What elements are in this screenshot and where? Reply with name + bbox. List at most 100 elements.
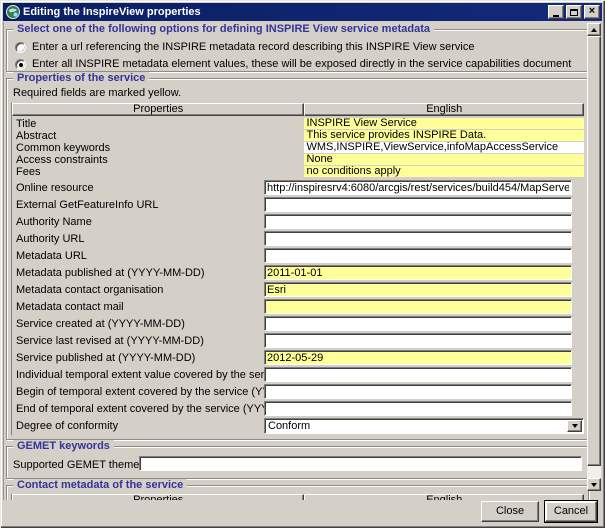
radio-icon[interactable] (15, 42, 26, 53)
property-value-input[interactable] (264, 265, 572, 280)
contact-group-title: Contact metadata of the service (13, 479, 187, 491)
vertical-scrollbar[interactable] (587, 23, 601, 491)
property-input-row: End of temporal extent covered by the se… (12, 401, 584, 418)
property-input-row: Individual temporal extent value covered… (12, 367, 584, 384)
maximize-button[interactable] (566, 5, 582, 19)
minimize-icon (553, 15, 559, 17)
degree-of-conformity-value: Conform (268, 420, 310, 433)
degree-of-conformity-row: Degree of conformity Conform (12, 418, 584, 435)
property-input-row: External GetFeatureInfo URL (12, 197, 584, 214)
close-icon: × (589, 6, 595, 17)
gemet-themes-input[interactable] (139, 456, 582, 471)
degree-of-conformity-label: Degree of conformity (16, 420, 118, 432)
property-input-row: Online resource (12, 180, 584, 197)
property-row: Abstract This service provides INSPIRE D… (12, 130, 584, 141)
scroll-up-icon (591, 28, 597, 32)
property-value-cell[interactable]: INSPIRE View Service (304, 118, 584, 129)
property-label: Authority Name (16, 216, 92, 228)
required-fields-note: Required fields are marked yellow. (13, 87, 584, 99)
property-row: Fees no conditions apply (12, 166, 584, 177)
service-properties-groupbox: Properties of the service Required field… (6, 78, 589, 440)
column-header-properties: Properties (12, 103, 304, 116)
metadata-option-radio[interactable]: Enter a url referencing the INSPIRE meta… (15, 39, 584, 55)
property-label: Authority URL (16, 233, 84, 245)
property-value-input[interactable] (264, 282, 572, 297)
property-value-input[interactable] (264, 248, 572, 263)
property-label: External GetFeatureInfo URL (16, 199, 158, 211)
property-value-input[interactable] (264, 350, 572, 365)
inspireview-app-icon (6, 5, 20, 19)
property-value-cell[interactable]: WMS,INSPIRE,ViewService,infoMapAccessSer… (304, 142, 584, 153)
gemet-groupbox: GEMET keywords Supported GEMET themes (6, 446, 589, 479)
window-title: Editing the InspireView properties (23, 6, 546, 18)
contact-groupbox: Contact metadata of the service Properti… (6, 485, 589, 500)
property-row: Title INSPIRE View Service (12, 118, 584, 129)
scrollbar-thumb[interactable] (587, 36, 601, 466)
property-label: Fees (12, 166, 304, 178)
cancel-button[interactable]: Cancel (545, 501, 597, 522)
property-label: Metadata published at (YYYY-MM-DD) (16, 267, 205, 279)
scroll-up-button[interactable] (587, 23, 601, 36)
property-input-row: Metadata contact mail (12, 299, 584, 316)
property-value-input[interactable] (264, 180, 572, 195)
property-row: Access constraints None (12, 154, 584, 165)
property-value-cell[interactable]: no conditions apply (304, 166, 584, 177)
options-groupbox: Select one of the following options for … (6, 29, 589, 72)
property-value-input[interactable] (264, 316, 572, 331)
property-input-row: Service created at (YYYY-MM-DD) (12, 316, 584, 333)
property-input-row: Metadata URL (12, 248, 584, 265)
degree-of-conformity-dropdown[interactable]: Conform (264, 418, 584, 434)
options-group-title: Select one of the following options for … (13, 23, 434, 35)
property-input-row: Authority URL (12, 231, 584, 248)
property-label: Metadata URL (16, 250, 87, 262)
minimize-button[interactable] (548, 5, 564, 19)
gemet-themes-label: Supported GEMET themes (13, 459, 145, 471)
property-label: Online resource (16, 182, 94, 194)
property-value-input[interactable] (264, 401, 572, 416)
property-label: Common keywords (12, 142, 304, 154)
radio-icon[interactable] (15, 59, 26, 70)
property-label: Metadata contact mail (16, 301, 124, 313)
close-button[interactable]: Close (481, 501, 539, 522)
property-input-row: Metadata published at (YYYY-MM-DD) (12, 265, 584, 282)
dropdown-arrow-button[interactable] (567, 420, 582, 432)
property-label: Access constraints (12, 154, 304, 166)
property-value-cell[interactable]: None (304, 154, 584, 165)
radio-label: Enter all INSPIRE metadata element value… (32, 58, 571, 70)
scroll-down-button[interactable] (587, 478, 601, 491)
column-header-english: English (304, 103, 584, 116)
property-label: Service published at (YYYY-MM-DD) (16, 352, 195, 364)
property-value-input[interactable] (264, 197, 572, 212)
property-label: Service last revised at (YYYY-MM-DD) (16, 335, 204, 347)
property-input-row: Begin of temporal extent covered by the … (12, 384, 584, 401)
property-input-row: Authority Name (12, 214, 584, 231)
service-properties-group-title: Properties of the service (13, 72, 149, 84)
close-window-button[interactable]: × (584, 5, 600, 19)
property-label: Title (12, 118, 304, 130)
scroll-down-icon (591, 483, 597, 487)
property-value-cell[interactable]: This service provides INSPIRE Data. (304, 130, 584, 141)
property-input-row: Service published at (YYYY-MM-DD) (12, 350, 584, 367)
property-value-input[interactable] (264, 231, 572, 246)
property-input-row: Metadata contact organisation (12, 282, 584, 299)
property-value-input[interactable] (264, 367, 572, 382)
property-value-input[interactable] (264, 214, 572, 229)
title-bar[interactable]: Editing the InspireView properties × (3, 3, 602, 21)
property-label: Service created at (YYYY-MM-DD) (16, 318, 185, 330)
property-label: Metadata contact organisation (16, 284, 163, 296)
metadata-option-radio[interactable]: Enter all INSPIRE metadata element value… (15, 56, 584, 72)
property-row: Common keywords WMS,INSPIRE,ViewService,… (12, 142, 584, 153)
maximize-icon (570, 9, 578, 16)
dialog-window: Editing the InspireView properties × Sel… (0, 0, 605, 528)
chevron-down-icon (572, 424, 578, 428)
property-label: Abstract (12, 130, 304, 142)
property-value-input[interactable] (264, 333, 572, 348)
property-input-row: Service last revised at (YYYY-MM-DD) (12, 333, 584, 350)
property-value-input[interactable] (264, 384, 572, 399)
property-value-input[interactable] (264, 299, 572, 314)
dialog-scroll-area: Select one of the following options for … (3, 22, 602, 500)
gemet-group-title: GEMET keywords (13, 440, 114, 452)
gemet-themes-row: Supported GEMET themes (11, 456, 584, 474)
radio-label: Enter a url referencing the INSPIRE meta… (32, 41, 474, 53)
button-bar: Close Cancel (3, 500, 602, 525)
